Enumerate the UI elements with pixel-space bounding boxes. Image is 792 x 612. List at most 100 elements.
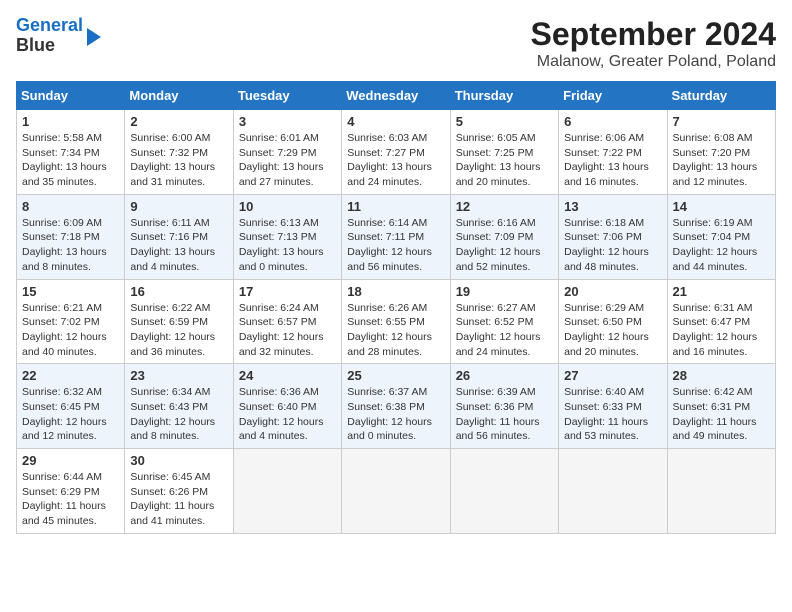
- day-info: Sunrise: 6:05 AMSunset: 7:25 PMDaylight:…: [456, 131, 553, 190]
- day-info: Sunrise: 6:26 AMSunset: 6:55 PMDaylight:…: [347, 301, 444, 360]
- day-number: 7: [673, 114, 770, 129]
- day-cell: 30 Sunrise: 6:45 AMSunset: 6:26 PMDayligh…: [125, 449, 233, 534]
- page-header: GeneralBlue September 2024 Malanow, Grea…: [16, 16, 776, 71]
- day-info: Sunrise: 6:45 AMSunset: 6:26 PMDaylight:…: [130, 470, 227, 529]
- day-number: 5: [456, 114, 553, 129]
- day-info: Sunrise: 6:09 AMSunset: 7:18 PMDaylight:…: [22, 216, 119, 275]
- day-number: 15: [22, 284, 119, 299]
- day-info: Sunrise: 6:29 AMSunset: 6:50 PMDaylight:…: [564, 301, 661, 360]
- day-cell: 10Sunrise: 6:13 AMSunset: 7:13 PMDayligh…: [233, 194, 341, 279]
- day-cell: 24 Sunrise: 6:36 AMSunset: 6:40 PMDayligh…: [233, 364, 341, 449]
- day-cell: 12 Sunrise: 6:16 AMSunset: 7:09 PMDayligh…: [450, 194, 558, 279]
- day-number: 3: [239, 114, 336, 129]
- day-info: Sunrise: 6:34 AMSunset: 6:43 PMDaylight:…: [130, 385, 227, 444]
- day-number: 4: [347, 114, 444, 129]
- day-cell: 21 Sunrise: 6:31 AMSunset: 6:47 PMDayligh…: [667, 279, 775, 364]
- calendar-row: 8 Sunrise: 6:09 AMSunset: 7:18 PMDaylight…: [17, 194, 776, 279]
- day-number: 2: [130, 114, 227, 129]
- header-saturday: Saturday: [667, 82, 775, 110]
- day-cell: 3 Sunrise: 6:01 AMSunset: 7:29 PMDaylight…: [233, 110, 341, 195]
- day-number: 20: [564, 284, 661, 299]
- day-cell: 15Sunrise: 6:21 AMSunset: 7:02 PMDayligh…: [17, 279, 125, 364]
- day-cell: 14Sunrise: 6:19 AMSunset: 7:04 PMDayligh…: [667, 194, 775, 279]
- day-cell: 1 Sunrise: 5:58 AMSunset: 7:34 PMDaylight…: [17, 110, 125, 195]
- day-number: 16: [130, 284, 227, 299]
- day-number: 22: [22, 368, 119, 383]
- day-number: 12: [456, 199, 553, 214]
- day-info: Sunrise: 6:37 AMSunset: 6:38 PMDaylight:…: [347, 385, 444, 444]
- day-number: 19: [456, 284, 553, 299]
- day-info: Sunrise: 6:06 AMSunset: 7:22 PMDaylight:…: [564, 131, 661, 190]
- day-cell: 16 Sunrise: 6:22 AMSunset: 6:59 PMDayligh…: [125, 279, 233, 364]
- day-info: Sunrise: 6:08 AMSunset: 7:20 PMDaylight:…: [673, 131, 770, 190]
- day-cell: 20 Sunrise: 6:29 AMSunset: 6:50 PMDayligh…: [559, 279, 667, 364]
- calendar-table: Sunday Monday Tuesday Wednesday Thursday…: [16, 81, 776, 534]
- day-number: 21: [673, 284, 770, 299]
- day-cell: 13 Sunrise: 6:18 AMSunset: 7:06 PMDayligh…: [559, 194, 667, 279]
- day-number: 24: [239, 368, 336, 383]
- day-number: 25: [347, 368, 444, 383]
- page-title: September 2024: [531, 16, 776, 53]
- day-number: 28: [673, 368, 770, 383]
- day-number: 27: [564, 368, 661, 383]
- day-cell: 5 Sunrise: 6:05 AMSunset: 7:25 PMDaylight…: [450, 110, 558, 195]
- header-thursday: Thursday: [450, 82, 558, 110]
- logo-arrow-icon: [87, 28, 101, 46]
- day-number: 17: [239, 284, 336, 299]
- day-info: Sunrise: 6:32 AMSunset: 6:45 PMDaylight:…: [22, 385, 119, 444]
- day-number: 29: [22, 453, 119, 468]
- day-cell: 27 Sunrise: 6:40 AMSunset: 6:33 PMDayligh…: [559, 364, 667, 449]
- empty-cell: [342, 449, 450, 534]
- empty-cell: [450, 449, 558, 534]
- day-info: Sunrise: 6:01 AMSunset: 7:29 PMDaylight:…: [239, 131, 336, 190]
- day-info: Sunrise: 6:39 AMSunset: 6:36 PMDaylight:…: [456, 385, 553, 444]
- day-number: 1: [22, 114, 119, 129]
- day-info: Sunrise: 6:14 AMSunset: 7:11 PMDaylight:…: [347, 216, 444, 275]
- page-subtitle: Malanow, Greater Poland, Poland: [531, 53, 776, 71]
- day-info: Sunrise: 6:27 AMSunset: 6:52 PMDaylight:…: [456, 301, 553, 360]
- day-info: Sunrise: 6:36 AMSunset: 6:40 PMDaylight:…: [239, 385, 336, 444]
- logo-text: GeneralBlue: [16, 16, 83, 56]
- calendar-row: 22 Sunrise: 6:32 AMSunset: 6:45 PMDayligh…: [17, 364, 776, 449]
- day-info: Sunrise: 6:16 AMSunset: 7:09 PMDaylight:…: [456, 216, 553, 275]
- day-info: Sunrise: 6:18 AMSunset: 7:06 PMDaylight:…: [564, 216, 661, 275]
- day-info: Sunrise: 6:42 AMSunset: 6:31 PMDaylight:…: [673, 385, 770, 444]
- day-number: 26: [456, 368, 553, 383]
- day-info: Sunrise: 6:40 AMSunset: 6:33 PMDaylight:…: [564, 385, 661, 444]
- day-number: 18: [347, 284, 444, 299]
- day-cell: 9Sunrise: 6:11 AMSunset: 7:16 PMDaylight…: [125, 194, 233, 279]
- header-friday: Friday: [559, 82, 667, 110]
- day-number: 30: [130, 453, 227, 468]
- day-info: Sunrise: 6:24 AMSunset: 6:57 PMDaylight:…: [239, 301, 336, 360]
- title-block: September 2024 Malanow, Greater Poland, …: [531, 16, 776, 71]
- empty-cell: [667, 449, 775, 534]
- header-tuesday: Tuesday: [233, 82, 341, 110]
- day-info: Sunrise: 6:13 AMSunset: 7:13 PMDaylight:…: [239, 216, 336, 275]
- day-cell: 26 Sunrise: 6:39 AMSunset: 6:36 PMDayligh…: [450, 364, 558, 449]
- day-cell: 23 Sunrise: 6:34 AMSunset: 6:43 PMDayligh…: [125, 364, 233, 449]
- day-info: Sunrise: 6:31 AMSunset: 6:47 PMDaylight:…: [673, 301, 770, 360]
- logo: GeneralBlue: [16, 16, 101, 56]
- day-info: Sunrise: 6:22 AMSunset: 6:59 PMDaylight:…: [130, 301, 227, 360]
- day-number: 8: [22, 199, 119, 214]
- calendar-row: 15Sunrise: 6:21 AMSunset: 7:02 PMDayligh…: [17, 279, 776, 364]
- day-cell: 29 Sunrise: 6:44 AMSunset: 6:29 PMDayligh…: [17, 449, 125, 534]
- day-info: Sunrise: 6:00 AMSunset: 7:32 PMDaylight:…: [130, 131, 227, 190]
- calendar-row: 29 Sunrise: 6:44 AMSunset: 6:29 PMDayligh…: [17, 449, 776, 534]
- calendar-row: 1 Sunrise: 5:58 AMSunset: 7:34 PMDaylight…: [17, 110, 776, 195]
- empty-cell: [559, 449, 667, 534]
- day-info: Sunrise: 5:58 AMSunset: 7:34 PMDaylight:…: [22, 131, 119, 190]
- day-cell: 7 Sunrise: 6:08 AMSunset: 7:20 PMDaylight…: [667, 110, 775, 195]
- day-info: Sunrise: 6:44 AMSunset: 6:29 PMDaylight:…: [22, 470, 119, 529]
- day-cell: 11Sunrise: 6:14 AMSunset: 7:11 PMDayligh…: [342, 194, 450, 279]
- header-monday: Monday: [125, 82, 233, 110]
- calendar-header-row: Sunday Monday Tuesday Wednesday Thursday…: [17, 82, 776, 110]
- day-number: 23: [130, 368, 227, 383]
- day-cell: 8 Sunrise: 6:09 AMSunset: 7:18 PMDaylight…: [17, 194, 125, 279]
- day-number: 13: [564, 199, 661, 214]
- day-cell: 4Sunrise: 6:03 AMSunset: 7:27 PMDaylight…: [342, 110, 450, 195]
- day-cell: 17 Sunrise: 6:24 AMSunset: 6:57 PMDayligh…: [233, 279, 341, 364]
- day-number: 9: [130, 199, 227, 214]
- day-cell: 19 Sunrise: 6:27 AMSunset: 6:52 PMDayligh…: [450, 279, 558, 364]
- day-cell: 6Sunrise: 6:06 AMSunset: 7:22 PMDaylight…: [559, 110, 667, 195]
